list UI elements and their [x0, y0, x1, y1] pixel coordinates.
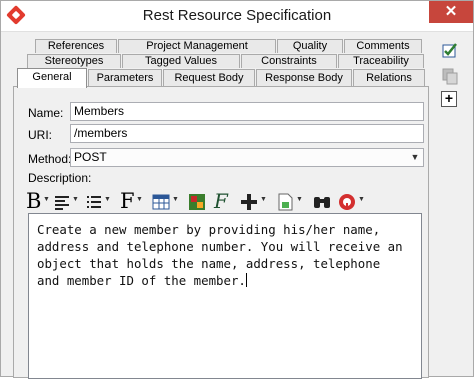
tab-response-body[interactable]: Response Body [256, 69, 352, 87]
edit-check-icon[interactable] [441, 41, 459, 62]
font-glyph: F [120, 189, 135, 213]
description-text: Create a new member by providing his/her… [37, 222, 403, 288]
tab-references[interactable]: References [35, 39, 117, 53]
tab-strip: References Project Management Quality Co… [13, 39, 429, 88]
method-value: POST [74, 150, 107, 164]
chevron-down-icon: ▼ [136, 196, 143, 203]
format-icon[interactable]: F [214, 190, 234, 212]
close-button[interactable]: ✕ [429, 1, 473, 23]
tab-stereotypes[interactable]: Stereotypes [27, 54, 121, 68]
image-icon[interactable] [188, 190, 208, 212]
method-select[interactable]: POST ▼ [70, 148, 424, 167]
tab-tagged-values[interactable]: Tagged Values [122, 54, 240, 68]
insert-icon[interactable]: ▼ [240, 190, 268, 212]
tab-traceability[interactable]: Traceability [338, 54, 424, 68]
description-label: Description: [28, 171, 92, 185]
chevron-down-icon[interactable]: ▼ [409, 149, 421, 166]
tab-constraints[interactable]: Constraints [241, 54, 337, 68]
tab-parameters[interactable]: Parameters [88, 69, 162, 87]
copy-icon[interactable] [441, 67, 459, 88]
chevron-down-icon: ▼ [358, 196, 365, 203]
chevron-down-icon: ▼ [43, 196, 50, 203]
uri-label: URI: [28, 128, 52, 142]
expand-icon[interactable]: + [441, 91, 457, 107]
window-title: Rest Resource Specification [142, 7, 332, 24]
method-label: Method: [28, 152, 72, 166]
find-icon[interactable] [312, 190, 334, 212]
name-field[interactable]: Members [70, 102, 424, 121]
font-icon[interactable]: F ▼ [120, 190, 144, 212]
name-label: Name: [28, 106, 64, 120]
tab-request-body[interactable]: Request Body [163, 69, 255, 87]
tab-relations[interactable]: Relations [353, 69, 425, 87]
chevron-down-icon: ▼ [172, 196, 179, 203]
chevron-down-icon: ▼ [104, 196, 111, 203]
title-bar: Rest Resource Specification ✕ [1, 1, 473, 32]
chevron-down-icon: ▼ [296, 196, 303, 203]
align-icon[interactable]: ▼ [54, 190, 80, 212]
tab-general[interactable]: General [17, 68, 87, 88]
chevron-down-icon: ▼ [72, 196, 79, 203]
general-panel: Name: Members URI: /members Method: POST… [13, 86, 429, 379]
description-editor[interactable]: Create a new member by providing his/her… [28, 213, 422, 379]
dialog-window: Rest Resource Specification ✕ References… [0, 0, 474, 379]
format-glyph: F [214, 189, 228, 213]
bold-glyph: B [26, 189, 42, 213]
tab-quality[interactable]: Quality [277, 39, 343, 53]
tab-project-management[interactable]: Project Management [118, 39, 276, 53]
list-icon[interactable]: ▼ [86, 190, 112, 212]
tab-comments[interactable]: Comments [344, 39, 422, 53]
text-caret [245, 273, 247, 287]
table-icon[interactable]: ▼ [152, 190, 180, 212]
template-icon[interactable]: ▼ [276, 190, 304, 212]
chevron-down-icon: ▼ [260, 196, 267, 203]
spellcheck-icon[interactable]: ▼ [338, 190, 366, 212]
uri-field[interactable]: /members [70, 124, 424, 143]
bold-icon[interactable]: B ▼ [26, 190, 50, 212]
